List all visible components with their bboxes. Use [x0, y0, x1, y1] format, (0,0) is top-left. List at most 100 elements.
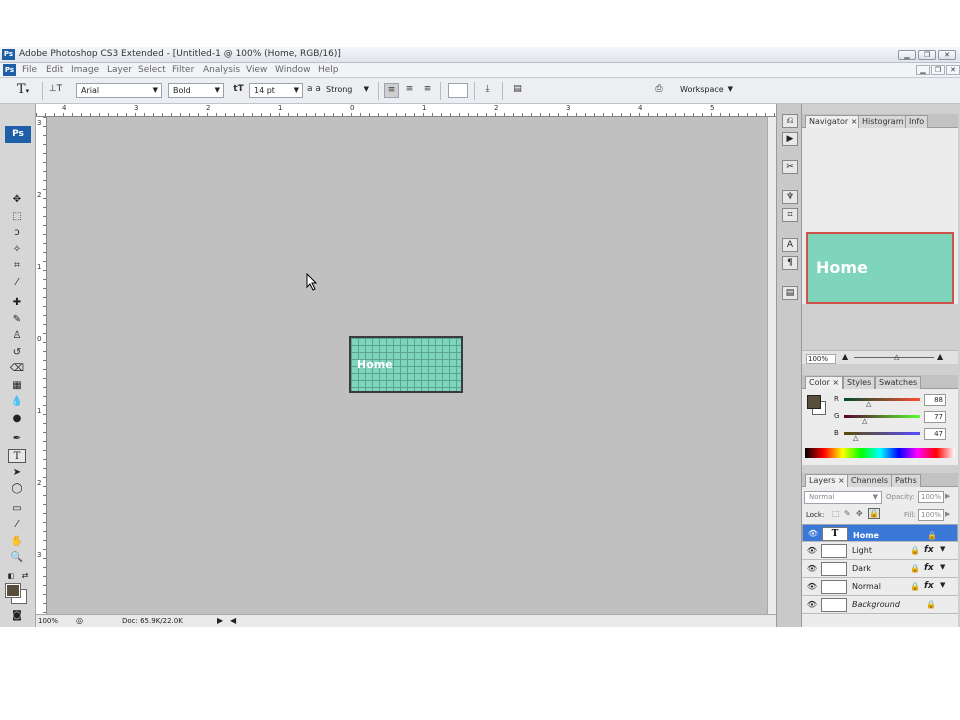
vertical-scrollbar[interactable] [767, 117, 776, 614]
text-orientation-icon[interactable]: ⊥T [48, 83, 63, 98]
visibility-eye-icon[interactable]: 👁 [806, 545, 818, 557]
magic-wand-tool-icon[interactable]: ✧ [8, 243, 26, 257]
fill-value[interactable]: 100% [918, 509, 944, 521]
channel-g-value[interactable]: 77 [924, 411, 946, 423]
tab-layers[interactable]: Layers × [805, 474, 849, 487]
menu-help[interactable]: Help [318, 65, 339, 75]
channel-g-handle[interactable]: △ [862, 417, 867, 425]
marquee-tool-icon[interactable]: ⬚ [8, 210, 26, 224]
layer-fx-icon[interactable]: fx [924, 563, 934, 573]
hscroll-left-icon[interactable]: ◀ [230, 616, 236, 625]
layer-row-home[interactable]: 👁 T Home 🔒 [802, 524, 958, 542]
layer-effects-toggle-icon[interactable]: ▼ [940, 563, 945, 571]
blur-tool-icon[interactable]: 💧 [8, 395, 26, 409]
navigator-preview[interactable]: Home [806, 232, 954, 304]
channel-b-value[interactable]: 47 [924, 428, 946, 440]
actions-panel-icon[interactable]: ▶ [782, 132, 798, 146]
gradient-tool-icon[interactable]: ▦ [8, 379, 26, 393]
menu-window[interactable]: Window [275, 65, 311, 75]
fill-arrow-icon[interactable]: ▶ [945, 510, 950, 518]
healing-tool-icon[interactable]: ✚ [8, 296, 26, 310]
paragraph-panel-icon[interactable]: ¶ [782, 256, 798, 270]
clone-source-icon[interactable]: ⌗ [782, 208, 798, 222]
zoom-slider-handle[interactable]: △ [894, 353, 899, 361]
crop-tool-icon[interactable]: ⌗ [8, 259, 26, 273]
menu-analysis[interactable]: Analysis [203, 65, 240, 75]
menu-image[interactable]: Image [71, 65, 99, 75]
color-fg-swatch[interactable] [807, 395, 821, 409]
navigator-zoom[interactable]: 100% [806, 354, 836, 364]
pen-tool-icon[interactable]: ✒ [8, 432, 26, 446]
tab-paths[interactable]: Paths [891, 474, 921, 487]
maximize-button[interactable]: ❐ [918, 50, 936, 60]
tab-color[interactable]: Color × [805, 376, 844, 389]
channel-r-handle[interactable]: △ [866, 400, 871, 408]
doc-restore-button[interactable]: ❐ [931, 65, 945, 75]
tab-channels[interactable]: Channels [847, 474, 893, 487]
zoom-level[interactable]: 100% [38, 617, 58, 625]
quick-mask-icon[interactable]: ◙ [8, 609, 26, 623]
color-spectrum-bar[interactable] [805, 448, 955, 458]
layer-name[interactable]: Normal [852, 582, 881, 591]
lock-all-icon[interactable]: 🔒 [868, 508, 880, 519]
zoom-out-icon[interactable]: ▲ [842, 352, 848, 361]
lasso-tool-icon[interactable]: ↄ [8, 226, 26, 240]
home-button-artwork[interactable]: Home [349, 336, 463, 393]
slice-tool-icon[interactable]: ⁄ [8, 276, 26, 290]
visibility-eye-icon[interactable]: 👁 [807, 528, 819, 540]
layer-name[interactable]: Home [853, 529, 879, 542]
visibility-eye-icon[interactable]: 👁 [806, 599, 818, 611]
layer-row-background[interactable]: 👁 Background 🔒 [802, 596, 958, 614]
text-color-swatch[interactable] [448, 83, 468, 98]
layer-fx-icon[interactable]: fx [924, 545, 934, 555]
anti-alias-select[interactable]: Strong ▼ [322, 83, 372, 98]
type-tool-icon[interactable]: T [8, 449, 26, 463]
channel-b-handle[interactable]: △ [853, 434, 858, 442]
eyedropper-tool-icon[interactable]: ⁄ [8, 518, 26, 532]
eraser-tool-icon[interactable]: ⌫ [8, 362, 26, 376]
warp-text-icon[interactable]: ⤓ [480, 83, 495, 98]
layer-row-dark[interactable]: 👁 Dark 🔒 fx ▼ [802, 560, 958, 578]
document-icon[interactable]: Ps [3, 64, 16, 76]
zoom-in-icon[interactable]: ▲ [937, 352, 943, 361]
visibility-eye-icon[interactable]: 👁 [806, 581, 818, 593]
brush-tool-icon[interactable]: ✎ [8, 313, 26, 327]
font-family-select[interactable]: Arial ▼ [76, 83, 162, 98]
close-button[interactable]: ✕ [938, 50, 956, 60]
tab-info[interactable]: Info [905, 115, 929, 128]
hand-tool-icon[interactable]: ✋ [8, 535, 26, 549]
menu-view[interactable]: View [246, 65, 267, 75]
opacity-arrow-icon[interactable]: ▶ [945, 492, 950, 500]
menu-select[interactable]: Select [138, 65, 166, 75]
layer-name[interactable]: Dark [852, 564, 871, 573]
font-style-select[interactable]: Bold ▼ [168, 83, 224, 98]
menu-filter[interactable]: Filter [172, 65, 194, 75]
tab-swatches[interactable]: Swatches [875, 376, 922, 389]
align-center-button[interactable]: ≡ [402, 83, 417, 98]
layer-comps-icon[interactable]: ▤ [782, 286, 798, 300]
visibility-eye-icon[interactable]: 👁 [806, 563, 818, 575]
align-left-button[interactable]: ≡ [384, 83, 399, 98]
tab-styles[interactable]: Styles [843, 376, 876, 389]
path-select-tool-icon[interactable]: ➤ [8, 466, 26, 480]
default-colors-icon[interactable]: ◧ [4, 569, 18, 583]
menu-file[interactable]: File [22, 65, 37, 75]
layer-row-normal[interactable]: 👁 Normal 🔒 fx ▼ [802, 578, 958, 596]
layer-name[interactable]: Light [852, 546, 872, 555]
tool-preset-picker[interactable]: T▾ [10, 83, 36, 97]
layer-effects-toggle-icon[interactable]: ▼ [940, 581, 945, 589]
opacity-value[interactable]: 100% [918, 491, 944, 503]
swap-colors-icon[interactable]: ⇄ [18, 569, 32, 583]
menu-edit[interactable]: Edit [46, 65, 63, 75]
blend-mode-select[interactable]: Normal ▼ [804, 491, 882, 504]
tab-histogram[interactable]: Histogram [858, 115, 908, 128]
status-menu-arrow-icon[interactable]: ▶ [217, 616, 223, 625]
dodge-tool-icon[interactable]: ● [8, 412, 26, 426]
layer-effects-toggle-icon[interactable]: ▼ [940, 545, 945, 553]
stamp-tool-icon[interactable]: ♙ [8, 329, 26, 343]
history-panel-icon[interactable]: ⎌ [782, 114, 798, 128]
layer-name[interactable]: Background [852, 600, 900, 609]
brushes-panel-icon[interactable]: ♆ [782, 190, 798, 204]
doc-minimize-button[interactable]: ▁ [916, 65, 930, 75]
font-size-select[interactable]: 14 pt ▼ [249, 83, 303, 98]
